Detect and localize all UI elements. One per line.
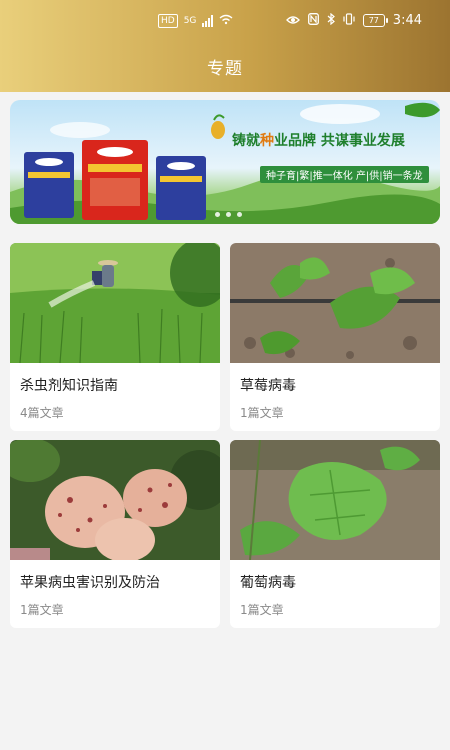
topic-title: 杀虫剂知识指南 <box>20 378 118 394</box>
seed-bag-blue-left <box>24 152 74 218</box>
signal-icon <box>202 15 214 27</box>
bluetooth-icon <box>327 12 335 28</box>
promo-banner[interactable]: 铸就种业品牌 共谋事业发展 种子育|繁|推一体化 产|供|销一条龙 <box>10 100 440 224</box>
topic-title: 草莓病毒 <box>240 378 296 394</box>
seed-mascot <box>211 114 225 139</box>
banner-tagline: 种子育|繁|推一体化 产|供|销一条龙 <box>260 166 429 183</box>
pagination-dot[interactable] <box>215 212 220 217</box>
article-count: 4篇文章 <box>20 406 64 420</box>
status-bar: HD 5G 77 3:44 <box>0 10 450 34</box>
article-count: 1篇文章 <box>20 603 64 617</box>
topic-card-grape-virus[interactable]: 葡萄病毒 1篇文章 <box>230 440 440 628</box>
nfc-icon <box>307 13 319 28</box>
vibrate-icon <box>343 13 355 28</box>
article-count: 1篇文章 <box>240 406 284 420</box>
topic-card-apple-pests[interactable]: 苹果病虫害识别及防治 1篇文章 <box>10 440 220 628</box>
pagination-dot[interactable] <box>226 212 231 217</box>
strawberry-plant-image <box>230 243 440 363</box>
topic-title: 苹果病虫害识别及防治 <box>20 575 160 591</box>
banner-pagination[interactable] <box>215 212 242 217</box>
seed-bag-red <box>82 140 148 220</box>
grape-leaf-image <box>230 440 440 560</box>
eye-icon <box>285 14 300 28</box>
topic-card-insecticide[interactable]: 杀虫剂知识指南 4篇文章 <box>10 243 220 431</box>
diseased-apples-image <box>10 440 220 560</box>
rice-field-spraying-image <box>10 243 220 363</box>
status-left: HD 5G <box>158 14 233 28</box>
banner-slogan: 铸就种业品牌 共谋事业发展 <box>232 133 405 149</box>
pagination-dot[interactable] <box>237 212 242 217</box>
network-type: 5G <box>183 16 197 26</box>
article-count: 1篇文章 <box>240 603 284 617</box>
status-right: 77 3:44 <box>285 12 422 28</box>
hd-badge: HD <box>158 14 178 28</box>
topic-card-strawberry-virus[interactable]: 草莓病毒 1篇文章 <box>230 243 440 431</box>
page-title: 专题 <box>207 59 243 79</box>
battery-icon: 77 <box>362 14 388 27</box>
seed-bag-blue-right <box>156 156 206 220</box>
banner-artwork <box>10 102 440 224</box>
wifi-icon <box>219 14 233 28</box>
topic-title: 葡萄病毒 <box>240 575 296 591</box>
header-bar: HD 5G 77 3:44 专题 <box>0 0 450 92</box>
status-time: 3:44 <box>392 13 422 28</box>
